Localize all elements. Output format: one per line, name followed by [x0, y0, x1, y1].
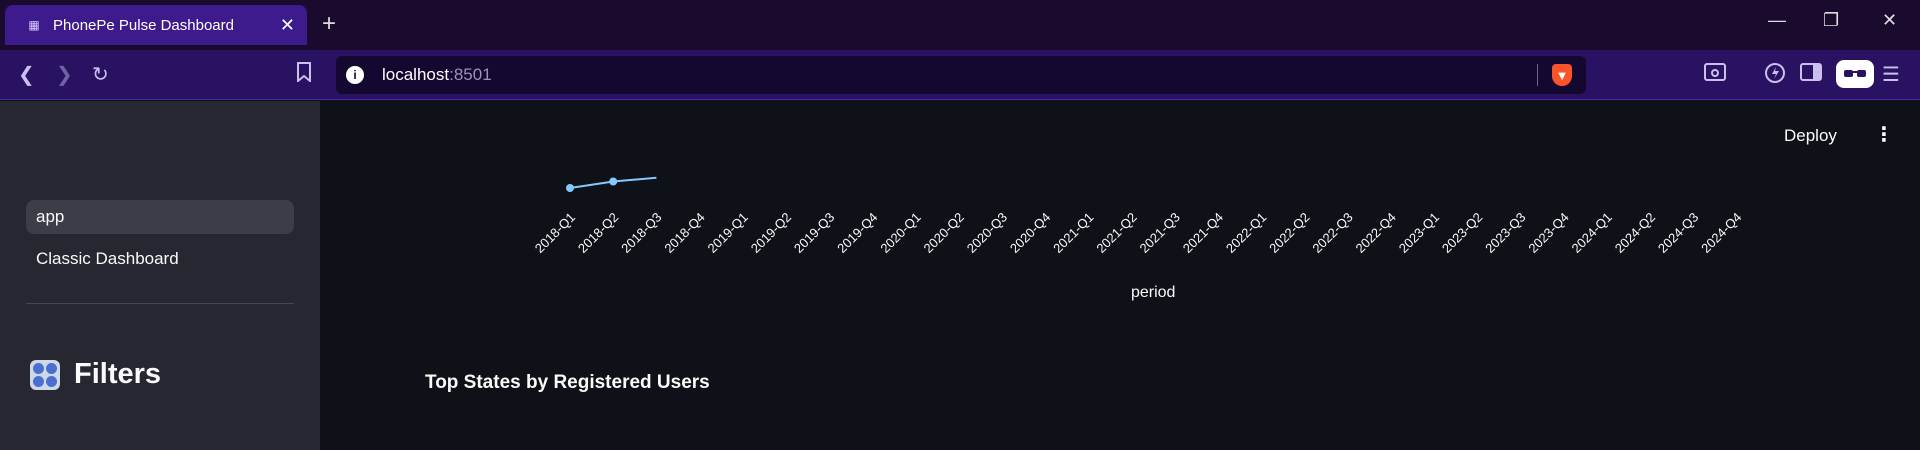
leo-ai-icon[interactable]	[1764, 62, 1786, 91]
address-bar[interactable]: i localhost:8501 ▼	[336, 56, 1586, 94]
tab-close-icon[interactable]: ✕	[280, 15, 295, 36]
sidebar-item-label: app	[36, 207, 65, 226]
x-tick-label: 2024-Q1	[1569, 210, 1615, 256]
x-tick-label: 2021-Q1	[1050, 210, 1096, 256]
x-tick-label: 2018-Q4	[661, 210, 707, 256]
browser-tab-bar: ▦ PhonePe Pulse Dashboard ✕ + — ❐ ✕	[0, 0, 1920, 50]
x-tick-label: 2018-Q1	[532, 210, 578, 256]
line-chart: 2018-Q12018-Q22018-Q32018-Q42019-Q12019-…	[532, 176, 1745, 301]
main-menu-icon[interactable]: ⋮	[1874, 125, 1894, 145]
x-tick-label: 2021-Q3	[1137, 210, 1183, 256]
bookmark-icon[interactable]	[296, 62, 312, 89]
forward-icon[interactable]: ❯	[56, 62, 73, 88]
brave-shields-icon[interactable]: ▼	[1552, 64, 1572, 86]
sidebar-item-app[interactable]: app	[26, 200, 294, 234]
filters-heading: Filters	[30, 358, 161, 391]
filters-title: Filters	[74, 358, 162, 390]
x-tick-label: 2024-Q4	[1698, 210, 1744, 256]
deploy-button[interactable]: Deploy	[1784, 126, 1837, 146]
x-tick-label: 2022-Q4	[1353, 210, 1399, 256]
x-tick-label: 2020-Q1	[877, 210, 923, 256]
sidebar: app Classic Dashboard	[0, 101, 320, 450]
control-knobs-icon	[30, 359, 60, 390]
x-tick-label: 2022-Q1	[1223, 210, 1269, 256]
reader-mode-icon[interactable]	[1704, 62, 1726, 89]
reload-icon[interactable]: ↻	[92, 62, 109, 88]
vpn-glasses-icon[interactable]	[1836, 60, 1874, 88]
minimize-icon[interactable]: —	[1768, 10, 1786, 31]
x-tick-label: 2020-Q2	[921, 210, 967, 256]
sidebar-toggle-icon[interactable]	[1800, 62, 1822, 89]
tab-title: PhonePe Pulse Dashboard	[53, 16, 234, 34]
x-tick-label: 2021-Q4	[1180, 210, 1226, 256]
x-tick-label: 2021-Q2	[1093, 210, 1139, 256]
sidebar-item-label: Classic Dashboard	[36, 249, 179, 268]
restore-icon[interactable]: ❐	[1823, 10, 1839, 31]
x-tick-label: 2024-Q3	[1655, 210, 1701, 256]
browser-tab[interactable]: ▦ PhonePe Pulse Dashboard ✕	[5, 5, 307, 45]
section-title: Top States by Registered Users	[425, 372, 710, 393]
x-tick-label: 2023-Q3	[1482, 210, 1528, 256]
x-tick-label: 2022-Q2	[1266, 210, 1312, 256]
x-axis-label: period	[1131, 284, 1175, 301]
x-tick-label: 2019-Q3	[791, 210, 837, 256]
data-point[interactable]	[609, 177, 618, 186]
hamburger-menu-icon[interactable]: ☰	[1882, 62, 1900, 88]
x-tick-label: 2023-Q1	[1396, 210, 1442, 256]
x-tick-label: 2020-Q4	[1007, 210, 1053, 256]
sidebar-divider	[26, 303, 294, 304]
x-tick-label: 2020-Q3	[964, 210, 1010, 256]
new-tab-button[interactable]: +	[322, 10, 336, 38]
x-tick-label: 2023-Q4	[1525, 210, 1571, 256]
x-tick-label: 2024-Q2	[1612, 210, 1658, 256]
data-point[interactable]	[566, 184, 574, 192]
window-close-icon[interactable]: ✕	[1882, 10, 1897, 31]
url-host: localhost	[382, 65, 450, 84]
back-icon[interactable]: ❮	[18, 62, 35, 88]
site-info-icon[interactable]: i	[346, 66, 364, 84]
x-tick-label: 2019-Q2	[748, 210, 794, 256]
url-port: :8501	[449, 65, 492, 84]
x-tick-label: 2022-Q3	[1309, 210, 1355, 256]
sidebar-item-classic-dashboard[interactable]: Classic Dashboard	[26, 242, 294, 276]
x-tick-label: 2018-Q2	[575, 210, 621, 256]
address-bar-divider	[1537, 64, 1538, 86]
x-tick-label: 2019-Q1	[705, 210, 751, 256]
x-tick-label: 2023-Q2	[1439, 210, 1485, 256]
x-tick-label: 2018-Q3	[618, 210, 664, 256]
x-tick-label: 2019-Q4	[834, 210, 880, 256]
app-favicon-icon: ▦	[28, 18, 40, 32]
